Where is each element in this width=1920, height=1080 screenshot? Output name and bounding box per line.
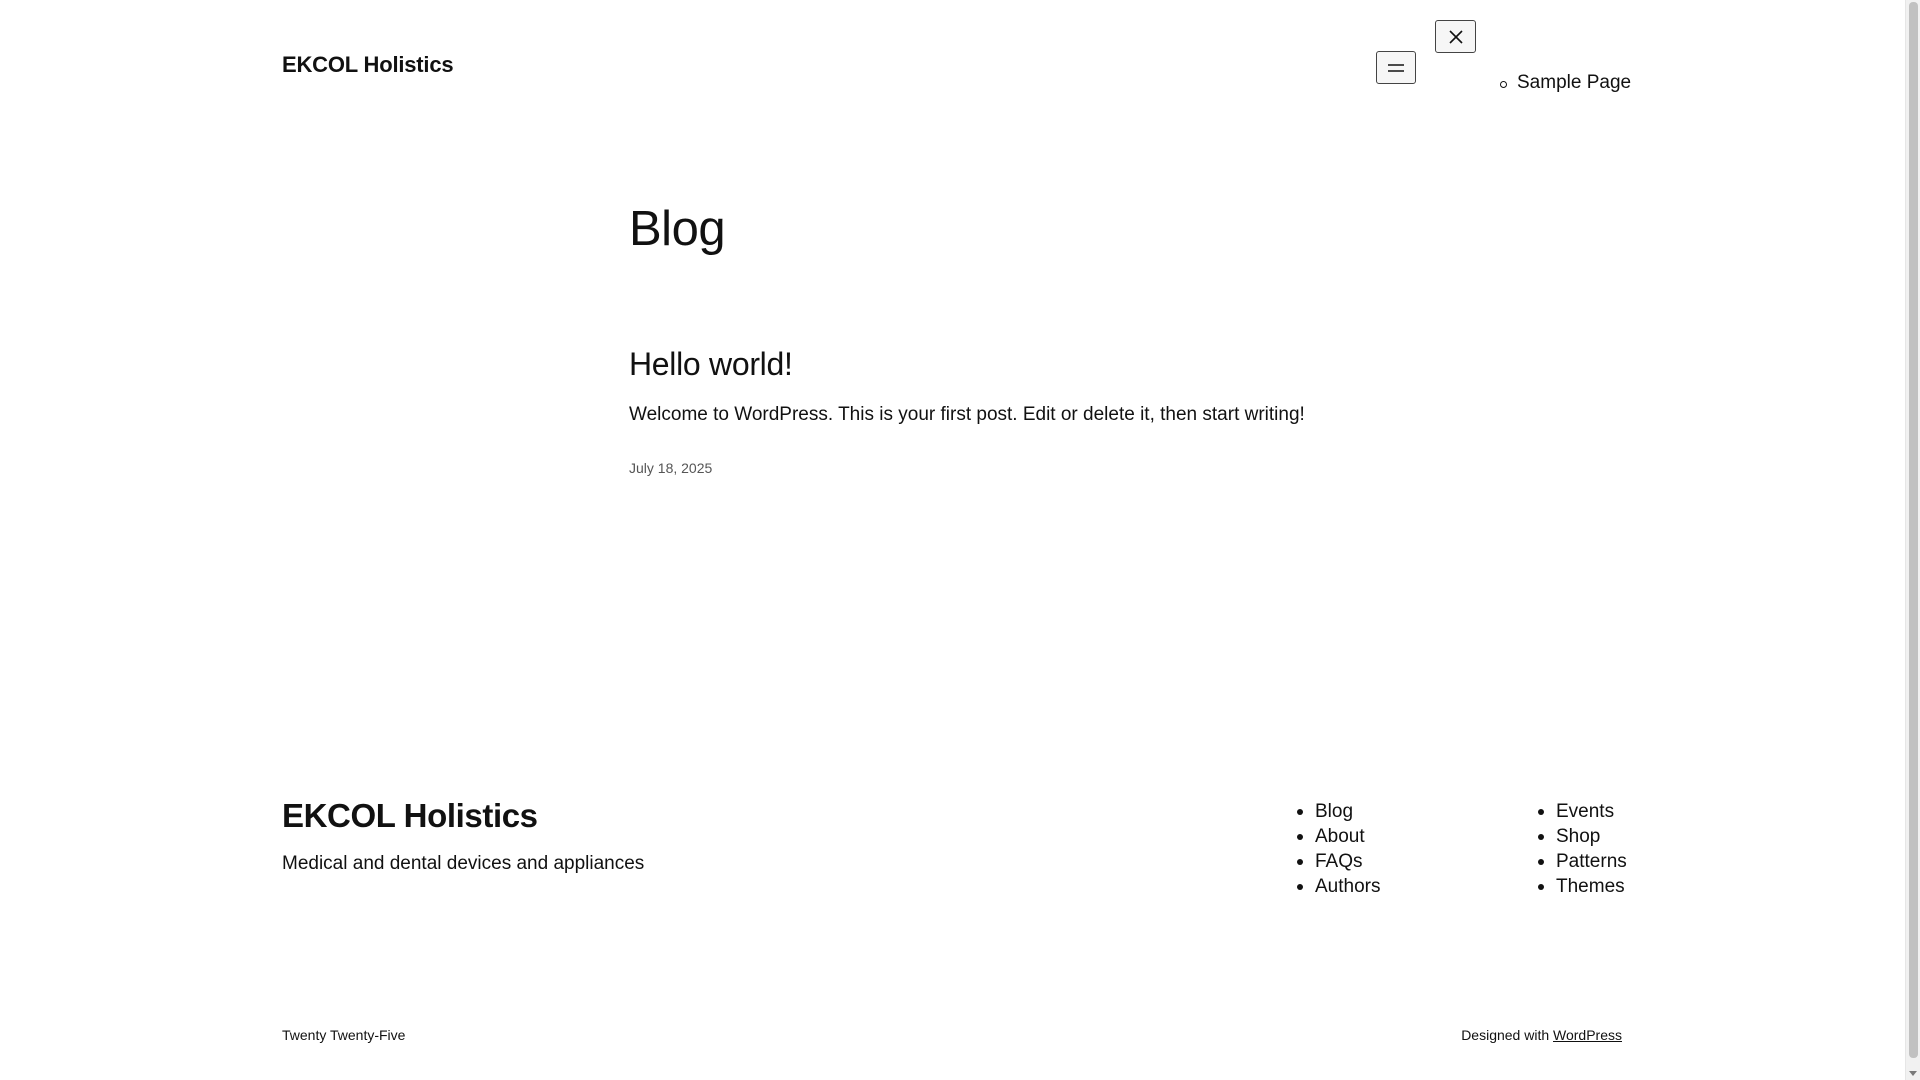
- footer-nav-item: Patterns: [1538, 849, 1627, 874]
- list-bullet: [1538, 833, 1544, 840]
- footer-link-blog[interactable]: Blog: [1315, 801, 1353, 823]
- hamburger-icon: [1388, 63, 1404, 72]
- footer-nav-item: About: [1297, 824, 1380, 849]
- footer-nav-secondary: Events Shop Patterns Themes: [1538, 799, 1627, 899]
- footer-nav-item: Authors: [1297, 874, 1380, 899]
- footer-nav-item: FAQs: [1297, 849, 1380, 874]
- footer-site-title-link[interactable]: EKCOL Holistics: [282, 797, 538, 835]
- list-bullet: [1297, 833, 1303, 840]
- open-menu-button[interactable]: [1376, 51, 1416, 84]
- vertical-scrollbar[interactable]: [1905, 0, 1920, 1080]
- footer-nav-item: Shop: [1538, 824, 1627, 849]
- sample-page-link[interactable]: Sample Page: [1517, 72, 1631, 94]
- list-bullet: [1538, 808, 1544, 815]
- close-menu-button[interactable]: [1435, 20, 1476, 53]
- scrollbar-thumb[interactable]: [1909, 2, 1918, 1058]
- credit-prefix: Designed with: [1461, 1027, 1550, 1043]
- footer-link-events[interactable]: Events: [1556, 801, 1614, 823]
- footer-nav-primary: Blog About FAQs Authors: [1297, 799, 1380, 899]
- footer-nav-item: Blog: [1297, 799, 1380, 824]
- post-excerpt: Welcome to WordPress. This is your first…: [629, 404, 1305, 425]
- footer-link-authors[interactable]: Authors: [1315, 876, 1380, 898]
- overlay-menu-item: Sample Page: [1500, 72, 1631, 94]
- list-bullet: [1297, 808, 1303, 815]
- footer-nav-item: Events: [1538, 799, 1627, 824]
- list-bullet: [1297, 858, 1303, 865]
- footer-link-patterns[interactable]: Patterns: [1556, 851, 1627, 873]
- wordpress-link[interactable]: WordPress: [1553, 1027, 1622, 1043]
- page-title: Blog: [629, 202, 726, 256]
- wordpress-credit: Designed with WordPress: [1461, 1027, 1622, 1043]
- list-bullet: [1538, 858, 1544, 865]
- close-icon: [1448, 29, 1463, 44]
- post-date: July 18, 2025: [629, 460, 713, 476]
- footer-link-faqs[interactable]: FAQs: [1315, 851, 1363, 873]
- list-bullet: [1500, 80, 1507, 88]
- list-bullet: [1538, 883, 1544, 890]
- footer-link-themes[interactable]: Themes: [1556, 876, 1625, 898]
- footer-link-shop[interactable]: Shop: [1556, 826, 1600, 848]
- footer-link-about[interactable]: About: [1315, 826, 1365, 848]
- site-title-link[interactable]: EKCOL Holistics: [282, 52, 454, 78]
- theme-credit: Twenty Twenty-Five: [282, 1027, 406, 1043]
- overlay-navigation: Sample Page: [1500, 72, 1631, 94]
- footer-nav-item: Themes: [1538, 874, 1627, 899]
- list-bullet: [1297, 883, 1303, 890]
- site-tagline: Medical and dental devices and appliance…: [282, 853, 645, 874]
- scroll-down-arrow-icon[interactable]: [1909, 1071, 1917, 1076]
- post-title-link[interactable]: Hello world!: [629, 346, 793, 383]
